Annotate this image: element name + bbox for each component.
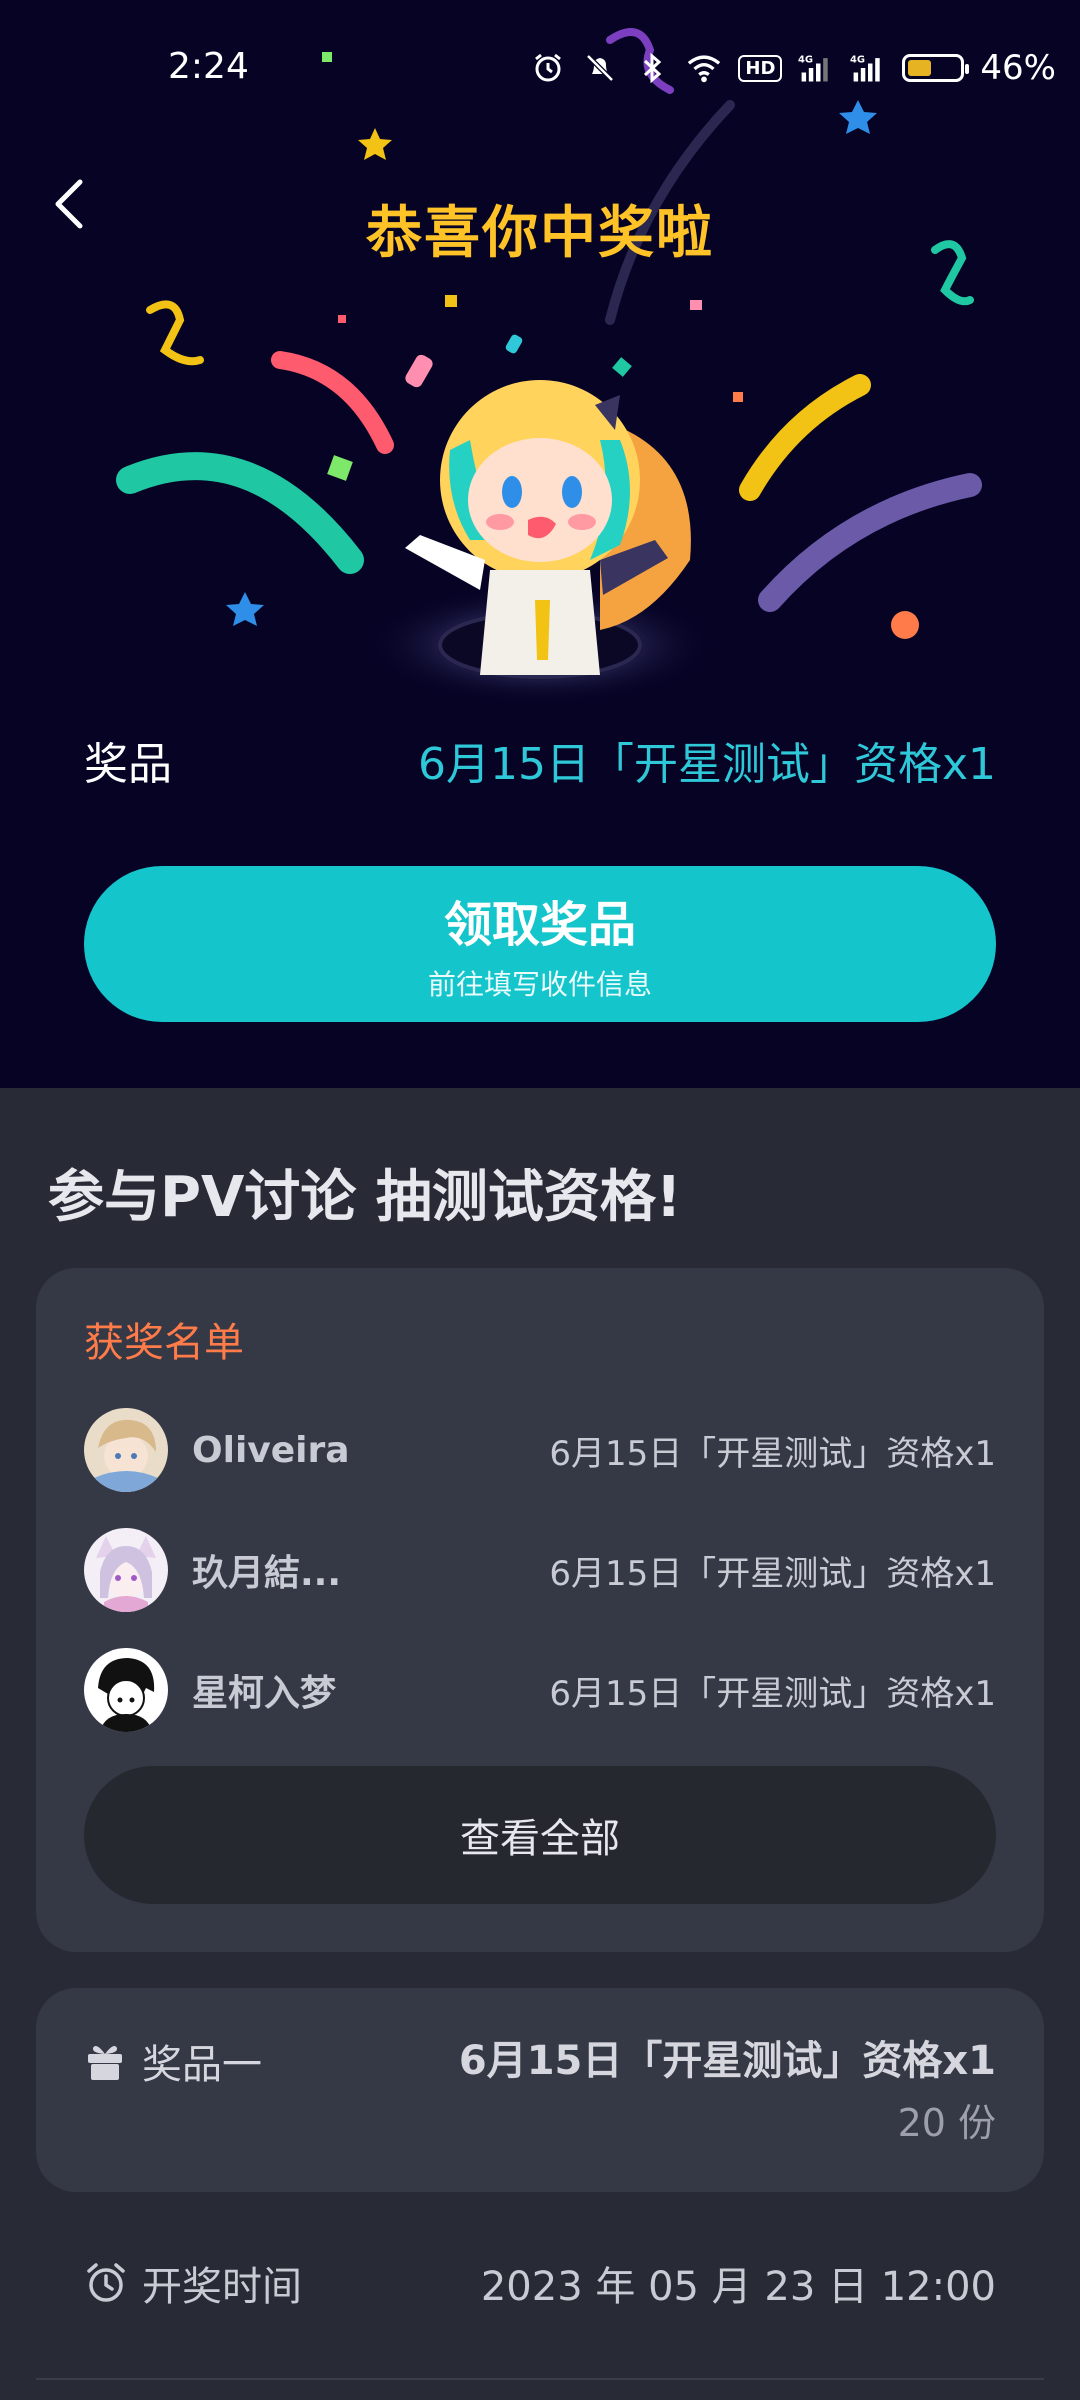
- draw-time-label-group: 开奖时间: [84, 2254, 302, 2312]
- winner-name: Oliveira: [192, 1429, 350, 1471]
- prize-value: 6月15日「开星测试」资格x1: [417, 739, 996, 790]
- winner-name: 星柯入梦: [192, 1673, 337, 1714]
- prize-row: 奖品 6月15日「开星测试」资格x1: [84, 728, 996, 792]
- svg-text:4G: 4G: [850, 55, 865, 66]
- winners-card: 获奖名单 Oliveira 6月15日「开星测试」资格x1 玖月結... 6月1…: [36, 1268, 1044, 1952]
- view-all-button[interactable]: 查看全部: [84, 1766, 996, 1904]
- hd-icon: HD: [738, 54, 783, 82]
- prize-tier-label: 奖品一: [142, 2042, 262, 2088]
- draw-time-label: 开奖时间: [142, 2264, 302, 2310]
- winner-name: 玖月結...: [192, 1553, 342, 1594]
- mute-icon: [582, 50, 618, 86]
- svg-text:4G: 4G: [798, 55, 813, 66]
- claim-prize-button[interactable]: 领取奖品 前往填写收件信息: [84, 866, 996, 1022]
- draw-time-value: 2023 年 05 月 23 日 12:00: [480, 2264, 996, 2310]
- signal-icon: 4G: [850, 50, 886, 86]
- page-title: 恭喜你中奖啦: [366, 201, 714, 266]
- hero-section: 2:24 HD 4G 4G 46% 恭喜你中奖啦 奖品 6月15日「开星测试」资…: [0, 0, 1080, 1088]
- winner-prize: 6月15日「开星测试」资格x1: [549, 1673, 996, 1714]
- claim-prize-sublabel: 前往填写收件信息: [427, 968, 652, 1001]
- avatar: [84, 1408, 168, 1492]
- prize-count: 20 份: [897, 2101, 996, 2145]
- wifi-icon: [686, 50, 722, 86]
- status-bar: 2:24 HD 4G 4G 46%: [0, 0, 1080, 140]
- winner-row[interactable]: Oliveira 6月15日「开星测试」资格x1: [84, 1406, 996, 1494]
- signal-icon: 4G: [798, 50, 834, 86]
- section-title: 参与PV讨论 抽测试资格!: [48, 1165, 682, 1230]
- prize-label: 奖品: [84, 739, 172, 790]
- alarm-clock-icon: [87, 2263, 125, 2302]
- status-icons: HD 4G 4G 46%: [530, 48, 1056, 88]
- prize-tier: 奖品一: [84, 2032, 262, 2090]
- gift-icon: [88, 2046, 122, 2080]
- alarm-icon: [530, 50, 566, 86]
- winner-prize: 6月15日「开星测试」资格x1: [549, 1553, 996, 1594]
- status-time: 2:24: [168, 46, 249, 87]
- winners-title: 获奖名单: [84, 1320, 244, 1366]
- divider: [36, 2378, 1044, 2380]
- avatar: [84, 1528, 168, 1612]
- battery-percent: 46%: [980, 48, 1056, 88]
- bluetooth-icon: [634, 50, 670, 86]
- draw-time-row: 开奖时间 2023 年 05 月 23 日 12:00: [84, 2254, 996, 2312]
- prize-detail-card: 奖品一 6月15日「开星测试」资格x1 20 份: [36, 1988, 1044, 2192]
- battery-icon: [902, 54, 970, 82]
- winner-row[interactable]: 玖月結... 6月15日「开星测试」资格x1: [84, 1526, 996, 1614]
- claim-prize-label: 领取奖品: [443, 897, 636, 953]
- avatar: [84, 1648, 168, 1732]
- winner-prize: 6月15日「开星测试」资格x1: [549, 1433, 996, 1474]
- winner-row[interactable]: 星柯入梦 6月15日「开星测试」资格x1: [84, 1646, 996, 1734]
- prize-name: 6月15日「开星测试」资格x1: [458, 2038, 996, 2084]
